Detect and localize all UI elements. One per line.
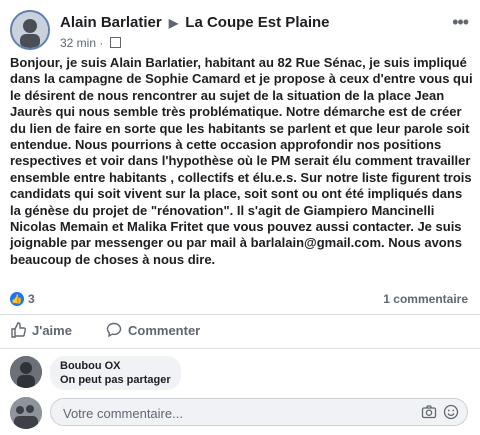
like-reaction-icon[interactable]: 👍: [10, 292, 24, 306]
post-header: Alain Barlatier ▶ La Coupe Est Plaine 32…: [10, 10, 470, 54]
comment-input[interactable]: [61, 403, 405, 423]
more-options-icon[interactable]: •••: [452, 12, 469, 33]
post-text-bold: Giampiero Mancinelli: [303, 202, 435, 218]
comment-input-box[interactable]: [50, 398, 468, 426]
divider: [0, 348, 480, 349]
post-timestamp[interactable]: 32 min: [60, 36, 96, 50]
comment-label: Commenter: [128, 322, 201, 338]
like-button[interactable]: J'aime: [10, 322, 72, 338]
post-text-part1: Bonjour, je suis Alain Barlatier, habita…: [10, 55, 473, 218]
arrow-icon: ▶: [168, 16, 179, 30]
author-line: Alain Barlatier ▶ La Coupe Est Plaine: [60, 14, 330, 31]
reaction-count[interactable]: 3: [28, 292, 35, 306]
comment-bubble: Boubou OX On peut pas partager: [50, 356, 181, 390]
comment-composer: [10, 397, 470, 429]
comment-button[interactable]: Commenter: [106, 322, 200, 338]
reactions-bar: 👍 3 1 commentaire: [10, 291, 470, 309]
author-avatar[interactable]: [10, 10, 50, 50]
divider: [0, 314, 480, 315]
post-text: Bonjour, je suis Alain Barlatier, habita…: [10, 55, 476, 268]
group-icon: [109, 37, 121, 49]
user-avatar[interactable]: [10, 397, 42, 429]
action-bar: J'aime Commenter: [10, 322, 470, 344]
meta-separator: ·: [99, 36, 104, 50]
commenter-avatar[interactable]: [10, 356, 42, 388]
thumbs-up-icon: [11, 322, 26, 338]
post-meta: 32 min ·: [60, 36, 121, 50]
comment-item: Boubou OX On peut pas partager: [10, 356, 470, 390]
comment-text: On peut pas partager: [60, 374, 171, 386]
emoji-icon[interactable]: [443, 404, 459, 420]
commenter-name[interactable]: Boubou OX: [60, 360, 171, 372]
camera-icon[interactable]: [421, 404, 437, 420]
group-name[interactable]: La Coupe Est Plaine: [185, 14, 329, 31]
comment-count[interactable]: 1 commentaire: [383, 292, 468, 306]
like-label: J'aime: [32, 322, 72, 338]
comment-icon: [106, 322, 122, 338]
post-text-part2: Nicolas Memain et Malika Fritet que vous…: [10, 219, 462, 267]
author-name[interactable]: Alain Barlatier: [60, 14, 162, 31]
